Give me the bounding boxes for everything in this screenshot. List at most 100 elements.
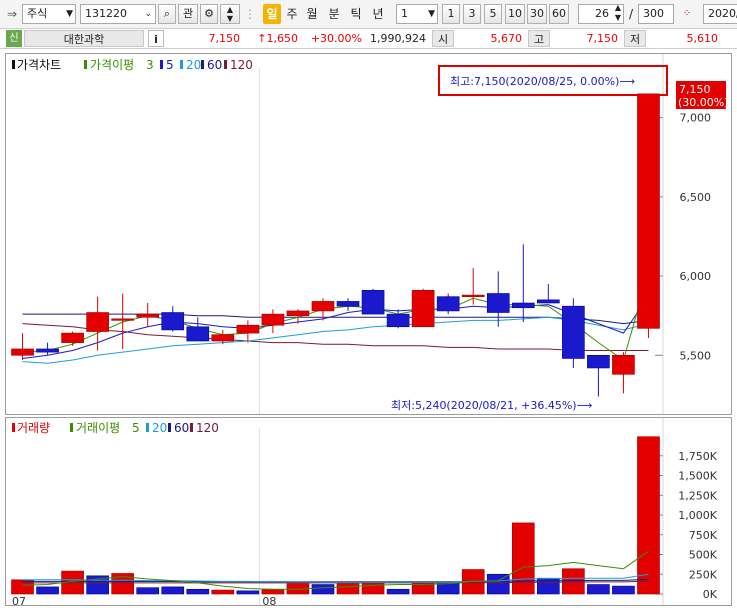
volume-chart-pane[interactable]: 1,750K 1,500K 1,250K 1,000K 750K 500K 250K 0K 07… <box>5 417 732 608</box>
candle-body <box>336 301 360 307</box>
y-tick-label: 1,250K <box>678 489 717 502</box>
volume-bar <box>361 581 385 595</box>
interval-button-label: 5 <box>489 7 497 20</box>
count-value: 26 <box>595 7 609 20</box>
y-tick-label: 750K <box>689 529 718 542</box>
tab-period-tick[interactable]: 틱 <box>348 4 364 24</box>
interval-button-3[interactable]: 3 <box>463 4 481 24</box>
volume-bar <box>436 582 460 595</box>
volume-bar <box>36 586 59 595</box>
chevron-down-icon: ⌄ <box>144 9 152 19</box>
y-tick-label: 1,500K <box>678 470 717 483</box>
total-count-input[interactable]: 300 <box>638 4 674 24</box>
gwan-button[interactable]: 관 <box>178 4 198 24</box>
volume-chart[interactable]: 1,750K 1,500K 1,250K 1,000K 750K 500K 250K 0K 07… <box>6 418 731 608</box>
tab-period-minute[interactable]: 분 <box>326 4 342 24</box>
candle-body <box>511 302 535 309</box>
legend-period-20: 20 <box>186 58 201 72</box>
interval-button-1[interactable]: 1 <box>442 4 460 24</box>
legend-period-120: 120 <box>230 58 253 72</box>
legend-period-20: 20 <box>152 421 167 435</box>
stock-code-input[interactable]: 131220 ⌄ <box>80 4 156 24</box>
market-select[interactable]: 주식 ▼ <box>22 4 76 24</box>
tab-period-tick-label: 틱 <box>350 7 362 21</box>
trade-volume: 1,990,924 <box>366 30 426 47</box>
y-tick-label: 5,500 <box>680 349 712 362</box>
quote-info-bar: 신 대한과학 i 7,150 ↑1,650 +30.00% 1,990,924 … <box>0 29 737 49</box>
collapse-arrow-icon[interactable]: ⇒ <box>4 4 20 24</box>
tab-period-year[interactable]: 년 <box>370 4 386 24</box>
legend-swatch-period <box>168 423 171 432</box>
legend-period-3: 3 <box>146 58 154 72</box>
candle-body <box>587 354 610 369</box>
high-annotation-label: 최고:7,150(2020/08/25, 0.00%)⟶ <box>450 75 635 88</box>
legend-swatch-period <box>146 423 149 432</box>
legend-ma-label: 거래이평 <box>76 421 120 435</box>
y-tick-label: 7,000 <box>680 112 712 125</box>
high-label: 고 <box>528 30 550 47</box>
current-price: 7,150 <box>170 30 241 47</box>
candle-body <box>136 313 160 318</box>
low-price-value: 5,610 <box>686 32 719 45</box>
total-count-value: 300 <box>643 7 664 20</box>
candle-body <box>111 318 134 321</box>
price-chart[interactable]: 7,000 6,500 6,000 5,500 가격차트 가격이평 3 5 20 60 120 최고:… <box>6 54 731 414</box>
legend-period-120: 120 <box>196 421 219 435</box>
legend-swatch-price <box>12 60 15 69</box>
divider: ⋮ <box>244 7 256 21</box>
y-tick-label: 250K <box>689 568 718 581</box>
grid-toggle-icon[interactable]: ⁘ <box>677 4 697 24</box>
last-price-tag-pct: (30.00%) <box>678 96 729 109</box>
legend-swatch-ma <box>84 60 87 69</box>
chevron-down-icon: ▼ <box>428 9 435 19</box>
candle-body <box>637 93 660 329</box>
interval-button-label: 30 <box>530 7 544 20</box>
last-price-tag-price: 7,150 <box>679 83 711 96</box>
open-label-text: 시 <box>437 33 449 46</box>
legend-ma-label: 가격이평 <box>90 58 134 72</box>
volume-bar <box>261 588 285 595</box>
spinner-up-icon: ▲ <box>226 5 234 14</box>
stock-info-button[interactable]: i <box>148 30 164 47</box>
new-listing-badge: 신 <box>6 30 22 47</box>
interval-button-label: 10 <box>508 7 522 20</box>
candle-body <box>186 326 210 342</box>
interval-button-5[interactable]: 5 <box>484 4 502 24</box>
stock-name-label: 대한과학 <box>63 33 105 46</box>
toolbar: ⇒ 주식 ▼ 131220 ⌄ ⌕ 관 ⚙ ▲ ▼ ⋮ 일 주 월 분 틱 년 1… <box>0 0 737 29</box>
interval-select[interactable]: 1 ▼ <box>396 4 438 24</box>
candle-body <box>386 313 410 328</box>
interval-button-60[interactable]: 60 <box>549 4 569 24</box>
ma-line-ma3 <box>22 272 649 361</box>
volume-bar <box>587 584 610 595</box>
volume-bar <box>486 573 510 595</box>
ma-line-ma120 <box>22 323 649 351</box>
interval-button-30[interactable]: 30 <box>527 4 547 24</box>
up-down-spinner[interactable]: ▲ ▼ <box>220 4 240 24</box>
spinner-icon[interactable]: ▲ ▼ <box>615 5 621 23</box>
settings-button[interactable]: ⚙ <box>200 4 218 24</box>
candle-body <box>86 312 109 332</box>
count-separator-label: / <box>628 7 634 21</box>
tab-period-day[interactable]: 일 <box>263 4 281 24</box>
stock-name: 대한과학 <box>24 30 144 47</box>
candle-body <box>286 310 310 316</box>
tab-period-week-label: 주 <box>286 7 298 21</box>
y-tick-label: 0K <box>703 588 718 601</box>
search-icon: ⌕ <box>163 7 171 20</box>
high-label-text: 고 <box>533 33 545 46</box>
interval-button-label: 1 <box>447 7 455 20</box>
interval-button-10[interactable]: 10 <box>505 4 525 24</box>
y-tick-label: 1,750K <box>678 450 717 463</box>
price-chart-pane[interactable]: 7,000 6,500 6,000 5,500 가격차트 가격이평 3 5 20 60 120 최고:… <box>5 53 732 415</box>
interval-button-label: 3 <box>468 7 476 20</box>
legend-swatch-period <box>190 423 193 432</box>
date-input[interactable]: 2020/ <box>703 4 737 24</box>
legend-period-60: 60 <box>207 58 222 72</box>
tab-period-week[interactable]: 주 <box>284 4 300 24</box>
volume-bar <box>612 585 635 595</box>
search-button[interactable]: ⌕ <box>158 4 176 24</box>
count-input[interactable]: 26 ▲ ▼ <box>578 4 624 24</box>
high-price: 7,150 <box>552 30 619 47</box>
tab-period-month[interactable]: 월 <box>304 4 320 24</box>
